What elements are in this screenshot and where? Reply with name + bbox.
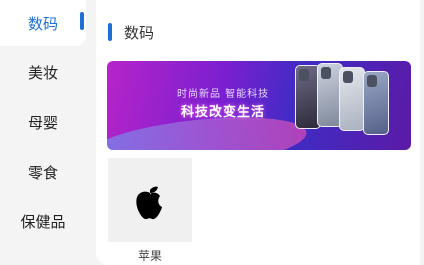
active-indicator	[80, 12, 84, 30]
sidebar-item-health[interactable]: 保健品	[0, 198, 86, 244]
category-content: 数码 时尚新品 智能科技 科技改变生活 苹果	[96, 0, 420, 265]
banner-subtitle: 时尚新品 智能科技	[177, 89, 270, 100]
sidebar-item-beauty[interactable]: 美妆	[0, 49, 86, 95]
sidebar-item-mother-baby[interactable]: 母婴	[0, 99, 86, 145]
phone-image	[363, 71, 389, 135]
sidebar-item-label: 数码	[27, 14, 58, 33]
sidebar-item-digital[interactable]: 数码	[0, 0, 86, 46]
apple-logo-icon	[136, 186, 162, 220]
sidebar-item-label: 保健品	[20, 212, 66, 231]
section-title: 数码	[124, 23, 155, 42]
promo-banner[interactable]: 时尚新品 智能科技 科技改变生活	[107, 61, 411, 150]
brand-label: 苹果	[137, 249, 162, 263]
sidebar-item-label: 母婴	[27, 113, 58, 132]
sidebar-item-label: 零食	[27, 163, 58, 182]
phone-image	[339, 67, 365, 131]
section-header: 数码	[108, 20, 154, 44]
sidebar-item-label: 美妆	[27, 63, 58, 82]
section-marker	[108, 23, 112, 41]
sidebar-item-snacks[interactable]: 零食	[0, 149, 86, 195]
brand-item-apple[interactable]	[108, 158, 192, 242]
category-sidebar: 数码 美妆 母婴 零食 保健品	[0, 0, 86, 265]
banner-headline: 科技改变生活	[181, 105, 266, 120]
